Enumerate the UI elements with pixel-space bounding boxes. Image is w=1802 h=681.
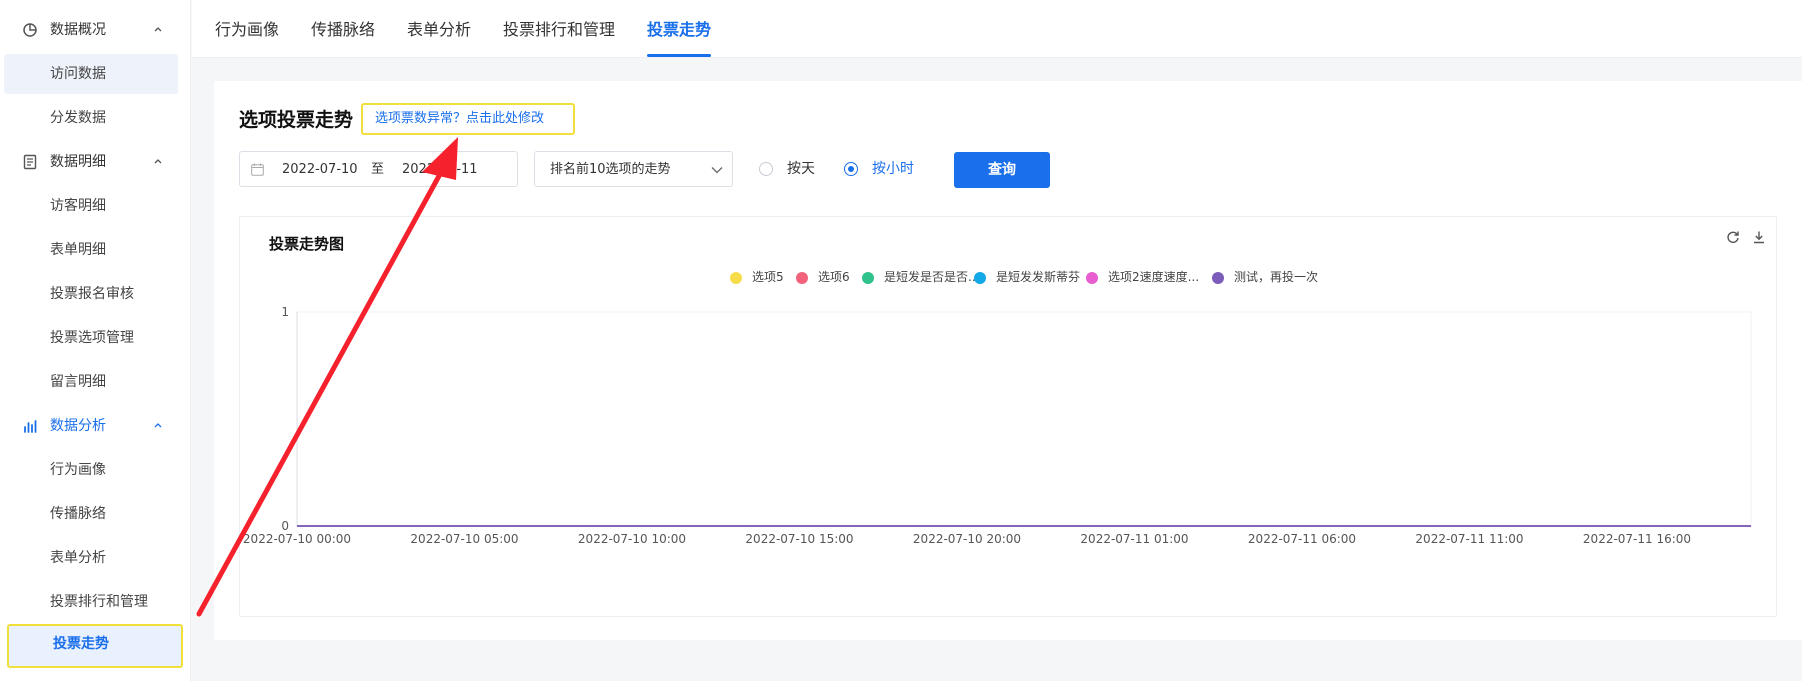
sidebar-item-distribution-data[interactable]: 分发数据	[4, 98, 178, 138]
sidebar-item-form-analysis[interactable]: 表单分析	[4, 538, 178, 578]
sidebar-item-visitor-detail[interactable]: 访客明细	[4, 186, 178, 226]
sidebar-item-label: 投票报名审核	[50, 286, 134, 302]
sidebar-item-behavior-profile[interactable]: 行为画像	[4, 450, 178, 490]
x-tick-label: 2022-07-11 11:00	[1415, 532, 1523, 546]
sidebar-item-vote-signup-review[interactable]: 投票报名审核	[4, 274, 178, 314]
tab-vote-trend[interactable]: 投票走势	[647, 18, 711, 42]
sidebar-item-message-detail[interactable]: 留言明细	[4, 362, 178, 402]
query-button[interactable]: 查询	[954, 152, 1050, 188]
fix-vote-count-link[interactable]: 选项票数异常？点击此处修改	[361, 103, 575, 135]
chevron-up-icon	[154, 159, 162, 164]
calendar-icon	[251, 163, 264, 176]
sidebar-group-analysis[interactable]: 数据分析	[0, 406, 191, 446]
x-tick-label: 2022-07-11 06:00	[1248, 532, 1356, 546]
plot-frame	[296, 311, 1752, 527]
vote-trend-chart: 投票走势图 选项5 选项6 是短发是否是否... 是短发发斯蒂芬 选项2速度速度... 测…	[239, 216, 1777, 617]
tab-vote-ranking[interactable]: 投票排行和管理	[503, 18, 615, 42]
bar-chart-icon	[24, 420, 37, 433]
x-tick-label: 2022-07-10 05:00	[410, 532, 518, 546]
page-title: 选项投票走势	[239, 109, 354, 131]
sidebar-item-label: 分发数据	[50, 110, 106, 126]
start-date-input[interactable]: 2022-07-10	[282, 161, 358, 179]
x-tick-label: 2022-07-10 00:00	[243, 532, 351, 546]
sidebar-item-vote-trend[interactable]: 投票走势	[7, 624, 183, 668]
sidebar-group-overview[interactable]: 数据概况	[0, 10, 191, 50]
sidebar-group-detail[interactable]: 数据明细	[0, 142, 191, 182]
end-date-input[interactable]: 2022-07-11	[402, 161, 478, 179]
chart-plot-area: 0 1 2022-07-10 00:00 2022-07-10 05:00 2022-0…	[243, 305, 1752, 546]
sidebar-item-visit-data[interactable]: 访问数据	[4, 54, 178, 94]
x-tick-label: 2022-07-10 20:00	[913, 532, 1021, 546]
sidebar-item-form-detail[interactable]: 表单明细	[4, 230, 178, 270]
sidebar-group-label: 数据明细	[50, 154, 106, 170]
x-tick-label: 2022-07-11 16:00	[1583, 532, 1691, 546]
sidebar: 数据概况 访问数据 分发数据 数据明细 访客明细 表单明细 投票报名审核 投票选…	[0, 0, 191, 681]
sidebar-item-spread-path[interactable]: 传播脉络	[4, 494, 178, 534]
top-tab-bar: 行为画像 传播脉络 表单分析 投票排行和管理 投票走势	[192, 0, 1802, 58]
x-tick-label: 2022-07-11 01:00	[1080, 532, 1188, 546]
chevron-down-icon	[711, 167, 723, 174]
x-tick-label: 2022-07-10 15:00	[745, 532, 853, 546]
chevron-up-icon	[154, 27, 162, 32]
sidebar-group-label: 数据分析	[50, 418, 106, 434]
sidebar-item-label: 投票选项管理	[50, 330, 134, 346]
sidebar-item-label: 访客明细	[50, 198, 106, 214]
radio-dot	[759, 162, 773, 176]
document-list-icon	[23, 154, 37, 170]
sidebar-item-label: 投票走势	[53, 636, 109, 652]
sidebar-item-label: 投票排行和管理	[50, 594, 148, 610]
sidebar-item-vote-option-manage[interactable]: 投票选项管理	[4, 318, 178, 358]
tab-spread-path[interactable]: 传播脉络	[311, 18, 375, 42]
sidebar-item-label: 表单明细	[50, 242, 106, 258]
active-tab-indicator	[647, 54, 711, 57]
radio-label: 按小时	[872, 161, 914, 177]
radio-label: 按天	[787, 161, 815, 177]
sidebar-item-label: 留言明细	[50, 374, 106, 390]
y-tick-label: 1	[281, 305, 289, 319]
pie-chart-icon	[23, 23, 37, 37]
sidebar-item-label: 访问数据	[50, 66, 106, 82]
sidebar-group-label: 数据概况	[50, 22, 106, 38]
y-tick-label: 0	[281, 519, 289, 533]
chevron-up-icon	[154, 423, 162, 428]
date-range-picker[interactable]: 2022-07-10 至 2022-07-11	[239, 151, 518, 187]
sidebar-item-vote-ranking[interactable]: 投票排行和管理	[4, 582, 178, 622]
trend-scope-select[interactable]: 排名前10选项的走势	[534, 151, 733, 187]
main-card: 选项投票走势 选项票数异常？点击此处修改 2022-07-10 至 2022-0…	[214, 81, 1802, 640]
date-separator: 至	[371, 162, 385, 177]
sidebar-item-label: 传播脉络	[50, 506, 106, 522]
x-tick-label: 2022-07-10 10:00	[578, 532, 686, 546]
tab-behavior-profile[interactable]: 行为画像	[215, 18, 279, 42]
tab-form-analysis[interactable]: 表单分析	[407, 18, 471, 42]
trend-scope-value: 排名前10选项的走势	[550, 162, 671, 177]
sidebar-item-label: 行为画像	[50, 462, 106, 478]
sidebar-item-label: 表单分析	[50, 550, 106, 566]
radio-dot	[844, 162, 858, 176]
